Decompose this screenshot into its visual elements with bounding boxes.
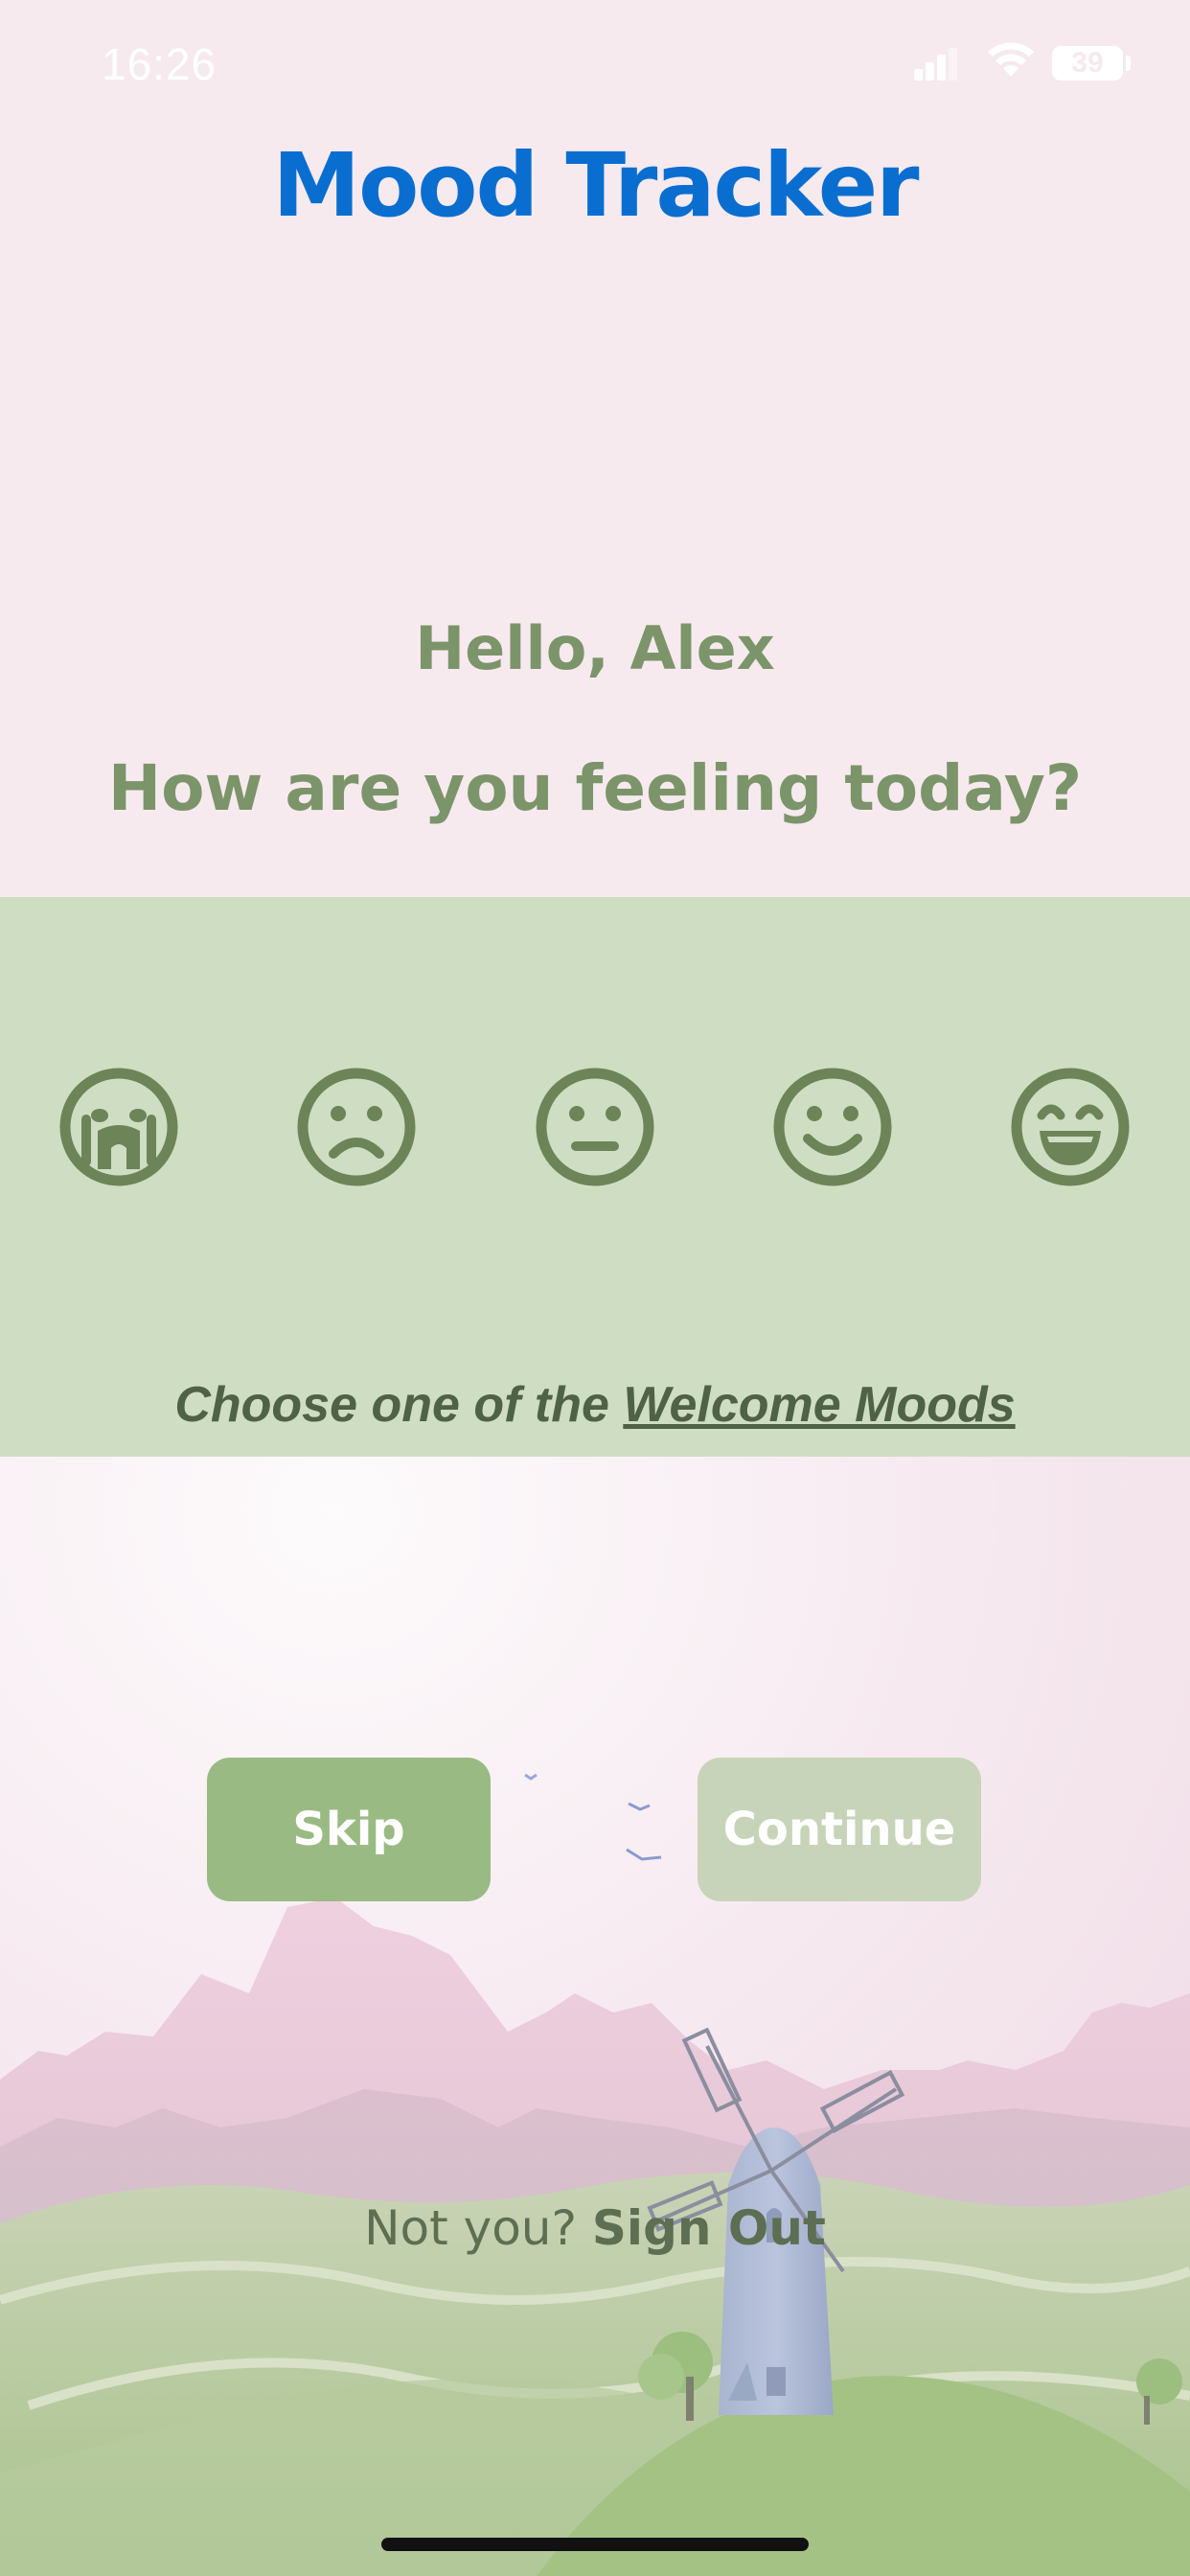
status-time: 16:26 xyxy=(102,39,217,89)
mood-option-neutral[interactable] xyxy=(534,1066,656,1188)
status-bar: 16:26 39 xyxy=(0,0,1190,125)
mood-option-sad[interactable] xyxy=(295,1066,418,1188)
wifi-icon xyxy=(988,42,1034,77)
sign-out-prompt: Not you? Sign Out xyxy=(0,2200,1190,2256)
greeting-text: Hello, Alex xyxy=(415,613,775,683)
mood-option-crying[interactable] xyxy=(57,1066,180,1188)
neutral-face-icon xyxy=(536,1068,654,1186)
smiling-face-icon xyxy=(773,1068,892,1186)
mood-option-very-happy[interactable] xyxy=(1009,1066,1132,1188)
welcome-moods-link[interactable]: Welcome Moods xyxy=(623,1377,1015,1433)
hint-prefix: Choose one of the xyxy=(174,1377,624,1433)
frowning-face-icon xyxy=(297,1068,416,1186)
continue-button[interactable]: Continue xyxy=(698,1758,981,1901)
signout-prefix: Not you? xyxy=(364,2200,592,2256)
cellular-signal-icon xyxy=(914,48,957,80)
grinning-face-icon xyxy=(1011,1068,1130,1186)
mood-question: How are you feeling today? xyxy=(107,751,1083,825)
crying-face-icon xyxy=(59,1068,178,1186)
landscape-illustration xyxy=(0,1457,1190,2576)
page-title: Mood Tracker xyxy=(272,134,920,237)
mood-option-happy[interactable] xyxy=(771,1066,894,1188)
battery-tip xyxy=(1126,56,1131,71)
welcome-moods-hint: Choose one of the Welcome Moods xyxy=(0,1376,1190,1434)
sign-out-link[interactable]: Sign Out xyxy=(592,2200,826,2256)
skip-button[interactable]: Skip xyxy=(207,1758,491,1901)
mood-options xyxy=(0,1066,1190,1190)
home-indicator[interactable] xyxy=(381,2538,809,2551)
battery-icon: 39 xyxy=(1052,46,1123,80)
